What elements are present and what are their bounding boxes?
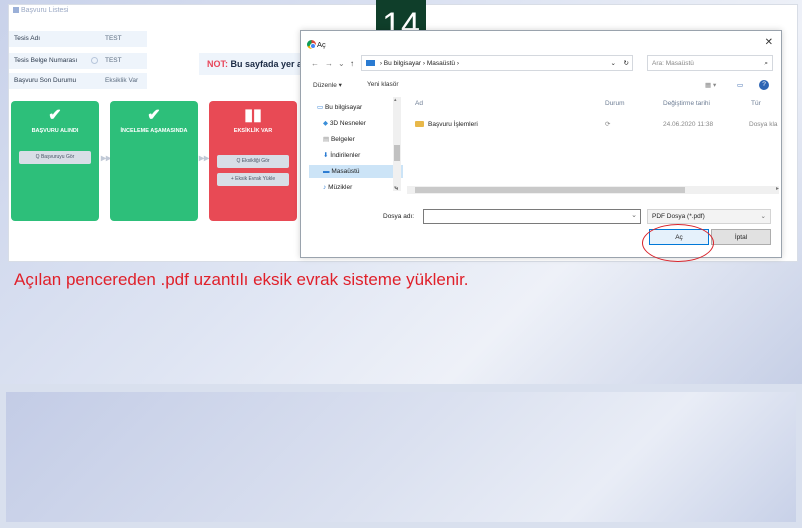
search-input[interactable]: Ara: Masaüstü ⌕	[647, 55, 773, 71]
chevron-down-icon: ⌄	[760, 213, 766, 220]
info-row-facility-name: Tesis Adı TEST	[9, 31, 147, 47]
view-missing-button[interactable]: Q Eksikliği Gör	[217, 155, 289, 168]
nav-label: Müzikler	[328, 184, 353, 191]
app-title-text: Başvuru Listesi	[21, 7, 69, 14]
app-icon	[13, 7, 19, 14]
nav-label: 3D Nesneler	[329, 120, 366, 127]
scroll-left-icon[interactable]: ◂	[395, 185, 398, 192]
column-header-modified[interactable]: Değiştirme tarihi	[663, 100, 710, 107]
breadcrumb-desktop[interactable]: Masaüstü	[427, 60, 455, 67]
step-card-review: ✔ İNCELEME AŞAMASINDA	[110, 101, 198, 221]
column-header-status[interactable]: Durum	[605, 100, 625, 107]
view-options-icon[interactable]: ▦ ▾	[705, 81, 716, 89]
nav-label: İndirilenler	[330, 152, 361, 159]
step-arrow-icon: ▸▸	[199, 153, 210, 164]
dialog-title: Aç	[317, 40, 326, 49]
column-header-type[interactable]: Tür	[751, 100, 761, 107]
recent-locations-icon[interactable]: ⌄	[338, 59, 345, 68]
field-label: Tesis Adı	[14, 35, 41, 42]
help-icon[interactable]: ?	[759, 80, 769, 90]
refresh-icon[interactable]: ↻	[624, 56, 629, 72]
folder-icon	[415, 121, 424, 128]
address-bar[interactable]: › Bu bilgisayar › Masaüstü › ⌄ ↻	[361, 55, 633, 71]
new-folder-button[interactable]: Yeni klasör	[367, 81, 399, 88]
upload-missing-document-button[interactable]: + Eksik Evrak Yükle	[217, 173, 289, 186]
scroll-thumb[interactable]	[394, 145, 400, 161]
scroll-thumb[interactable]	[415, 187, 685, 193]
scroll-up-icon[interactable]: ▴	[394, 97, 397, 103]
chevron-down-icon[interactable]: ⌄	[631, 211, 637, 219]
info-row-status: Başvuru Son Durumu Eksiklik Var	[9, 73, 147, 89]
view-application-button[interactable]: Q Başvuruyu Gör	[19, 151, 91, 164]
file-row[interactable]: Başvuru İşlemleri ⟳ 24.06.2020 11:38 Dos…	[415, 119, 779, 131]
file-name: Başvuru İşlemleri	[428, 121, 478, 128]
forward-arrow-icon[interactable]: →	[325, 59, 333, 68]
note-text: Bu sayfada yer al	[230, 59, 305, 69]
sync-status-icon: ⟳	[605, 121, 611, 128]
organize-menu[interactable]: Düzenle ▾	[313, 81, 342, 89]
nav-item-this-pc[interactable]: ▭ Bu bilgisayar	[317, 101, 362, 114]
filename-label: Dosya adı:	[383, 213, 415, 220]
document-icon: ▤	[323, 136, 330, 143]
column-header-name[interactable]: Ad	[415, 100, 423, 107]
step-card-received: ✔ BAŞVURU ALINDI Q Başvuruyu Gör	[11, 101, 99, 221]
desktop-icon: ▬	[323, 168, 330, 175]
nav-label: Masaüstü	[331, 168, 360, 175]
breadcrumb-separator: ›	[379, 60, 382, 67]
filetype-select[interactable]: PDF Dosya (*.pdf) ⌄	[647, 209, 771, 224]
app-window-title: Başvuru Listesi	[13, 7, 68, 14]
nav-item-documents[interactable]: ▤ Belgeler	[323, 133, 355, 146]
field-label: Tesis Belge Numarası	[14, 57, 78, 64]
note-prefix: NOT:	[207, 59, 228, 69]
back-arrow-icon[interactable]: ←	[311, 59, 319, 68]
file-modified: 24.06.2020 11:38	[663, 121, 714, 128]
nav-item-desktop[interactable]: ▬ Masaüstü	[309, 165, 403, 178]
info-icon	[91, 57, 98, 64]
close-button[interactable]: ✕	[765, 37, 773, 48]
download-icon: ⬇	[323, 152, 329, 159]
nav-scrollbar[interactable]: ▴ ▾	[393, 97, 401, 191]
step-title: BAŞVURU ALINDI	[31, 128, 79, 134]
cube-icon: ◆	[323, 120, 328, 127]
step-title: İNCELEME AŞAMASINDA	[120, 128, 188, 134]
nav-item-3d-objects[interactable]: ◆ 3D Nesneler	[323, 117, 366, 130]
open-file-dialog: Aç ✕ ← → ⌄ ↑ › Bu bilgisayar › Masaüstü …	[300, 30, 782, 258]
file-type: Dosya kla	[749, 121, 778, 128]
chrome-icon	[307, 40, 316, 49]
navigation-pane: ▭ Bu bilgisayar ◆ 3D Nesneler ▤ Belgeler…	[307, 97, 403, 191]
breadcrumb-separator: ›	[422, 60, 425, 67]
horizontal-scrollbar[interactable]: ◂ ▸	[395, 185, 779, 194]
breadcrumb-separator: ›	[456, 60, 459, 67]
instruction-caption: Açılan pencereden .pdf uzantılı eksik ev…	[14, 270, 469, 289]
music-icon: ♪	[323, 184, 327, 191]
filetype-value: PDF Dosya (*.pdf)	[652, 213, 705, 220]
nav-label: Bu bilgisayar	[324, 104, 363, 111]
field-value: Eksiklik Var	[105, 77, 139, 84]
nav-label: Belgeler	[330, 136, 355, 143]
monitor-icon	[366, 60, 375, 67]
preview-pane-icon[interactable]: ▭	[737, 81, 743, 89]
check-icon: ✔	[48, 107, 62, 124]
search-icon: ⌕	[764, 60, 768, 67]
check-icon: ✔	[147, 107, 161, 124]
breadcrumb-this-pc[interactable]: Bu bilgisayar	[384, 60, 421, 67]
computer-icon: ▭	[317, 104, 324, 111]
scroll-right-icon[interactable]: ▸	[776, 185, 779, 192]
slide-panel-bottom	[6, 392, 796, 522]
field-value: TEST	[105, 57, 122, 64]
step-card-missing: ▮▮ EKSİKLİK VAR Q Eksikliği Gör + Eksik …	[209, 101, 297, 221]
nav-item-downloads[interactable]: ⬇ İndirilenler	[323, 149, 360, 162]
nav-item-music[interactable]: ♪ Müzikler	[323, 181, 352, 194]
pause-icon: ▮▮	[244, 107, 262, 124]
cancel-button[interactable]: İptal	[711, 229, 771, 245]
field-label: Başvuru Son Durumu	[14, 77, 77, 84]
search-placeholder: Ara: Masaüstü	[652, 60, 694, 67]
step-title: EKSİKLİK VAR	[233, 128, 273, 134]
highlight-circle	[642, 224, 714, 262]
info-row-document-number: Tesis Belge Numarası TEST	[9, 53, 147, 69]
filename-input[interactable]: ⌄	[423, 209, 641, 224]
path-dropdown-icon[interactable]: ⌄	[611, 56, 616, 72]
up-folder-icon[interactable]: ↑	[350, 59, 354, 68]
field-value: TEST	[105, 35, 122, 42]
